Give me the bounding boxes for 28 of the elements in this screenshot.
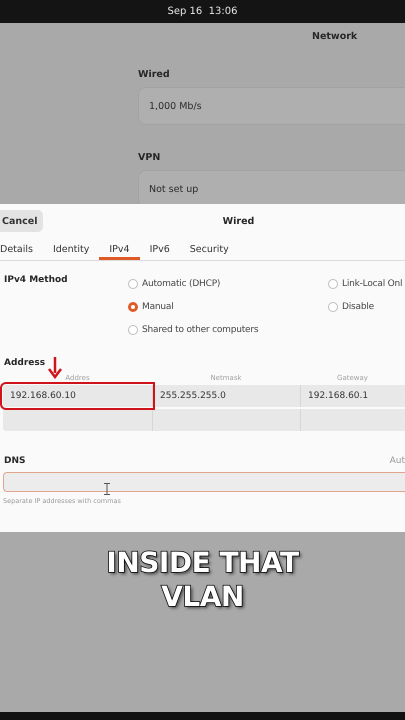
page-title: Network: [312, 31, 358, 42]
tab[interactable]: Details: [0, 238, 43, 260]
dialog-title: Wired: [222, 216, 254, 226]
down-arrow-icon: [48, 357, 62, 379]
cancel-button[interactable]: Cancel: [0, 210, 43, 232]
section-heading: VPN: [138, 152, 162, 163]
address-field[interactable]: 255.255.255.0: [152, 385, 300, 407]
automatic-label: Aut: [390, 456, 405, 466]
text-cursor-icon: [104, 483, 110, 495]
radio-option[interactable]: Manual: [128, 298, 174, 315]
setting-row[interactable]: 1,000 Mb/s: [138, 87, 405, 125]
addresses-heading: Address: [4, 358, 46, 368]
address-field[interactable]: 192.168.60.10: [3, 385, 152, 407]
section-heading: Wired: [138, 69, 171, 80]
method-label: IPv4 Method: [4, 275, 69, 287]
tab[interactable]: IPv6: [140, 238, 180, 260]
caption: INSIDE THAT VLAN: [105, 546, 300, 614]
clock: Sep 16 13:06: [168, 6, 238, 17]
radio-option[interactable]: Disable: [328, 298, 374, 315]
address-field[interactable]: 192.168.60.1: [300, 385, 405, 407]
tab[interactable]: Identity: [42, 238, 100, 260]
radio-option[interactable]: Shared to other computers: [128, 321, 258, 338]
radio-option[interactable]: Link-Local Onl: [328, 275, 402, 292]
tab[interactable]: IPv4: [99, 238, 140, 260]
dns-label: DNS: [4, 456, 26, 466]
radio-option[interactable]: Automatic (DHCP): [128, 275, 220, 292]
dns-field[interactable]: [3, 472, 405, 492]
tab[interactable]: Security: [180, 238, 239, 260]
